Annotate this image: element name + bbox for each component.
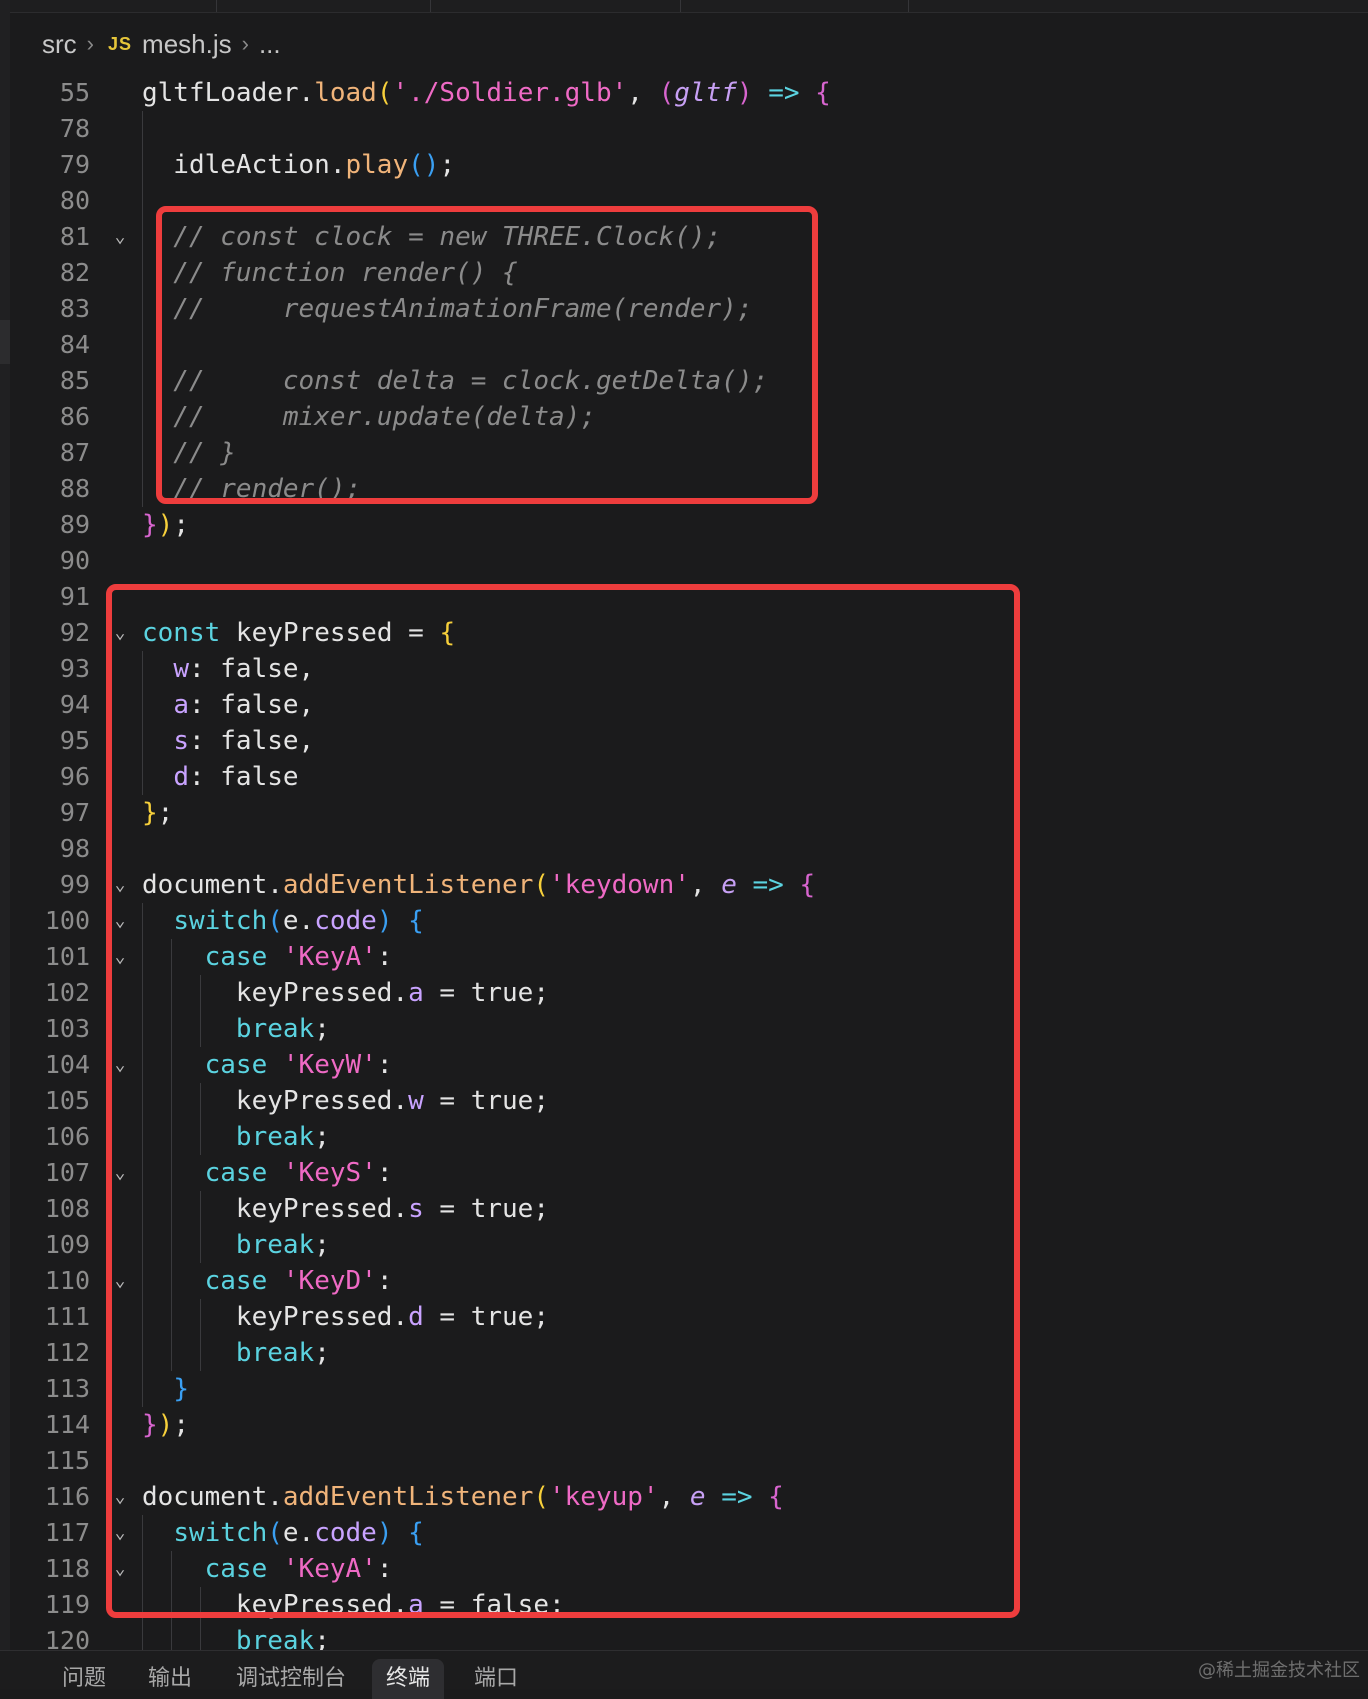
- js-file-icon: JS: [108, 33, 133, 54]
- line-number: 107: [44, 1158, 90, 1187]
- code-line[interactable]: 78: [0, 111, 1368, 147]
- code-token: play: [345, 150, 409, 180]
- code-text: idleAction.play();: [142, 147, 455, 183]
- line-number: 91: [59, 582, 90, 611]
- code-token: ;: [173, 510, 189, 540]
- line-number: 111: [44, 1302, 90, 1331]
- tab-divider: [216, 0, 217, 12]
- line-number: 79: [59, 150, 90, 179]
- line-number: 100: [44, 906, 90, 935]
- line-number: 109: [44, 1230, 90, 1259]
- panel-tab[interactable]: 问题: [48, 1659, 120, 1699]
- chevron-right-icon: ›: [86, 31, 94, 56]
- line-number: 106: [44, 1122, 90, 1151]
- line-number: 88: [59, 474, 90, 503]
- panel-tab[interactable]: 调试控制台: [222, 1659, 360, 1699]
- code-line[interactable]: 90: [0, 543, 1368, 579]
- line-number: 85: [59, 366, 90, 395]
- breadcrumb-symbol[interactable]: ...: [259, 29, 281, 60]
- watermark: @稀土掘金技术社区: [1198, 1660, 1360, 1681]
- tab-divider: [908, 0, 909, 12]
- line-number: 116: [44, 1482, 90, 1511]
- breadcrumb: src › JS mesh.js › ...: [42, 26, 281, 62]
- code-token: {: [815, 78, 831, 108]
- line-number: 101: [44, 942, 90, 971]
- line-number: 99: [59, 870, 90, 899]
- line-number: 86: [59, 402, 90, 431]
- code-token: (: [408, 150, 424, 180]
- indent-guide: [142, 327, 143, 363]
- line-number: 89: [59, 510, 90, 539]
- code-line[interactable]: 89});: [0, 507, 1368, 543]
- line-number: 97: [59, 798, 90, 827]
- code-token: ): [157, 510, 174, 540]
- tab-divider: [430, 0, 431, 12]
- line-number: 115: [44, 1446, 90, 1475]
- line-number: 93: [59, 654, 90, 683]
- line-number: 102: [44, 978, 90, 1007]
- code-token: =>: [768, 78, 800, 108]
- code-token: }: [142, 510, 158, 540]
- code-line[interactable]: 79 idleAction.play();: [0, 147, 1368, 183]
- code-token: gltf: [674, 78, 737, 108]
- tab-divider: [680, 0, 681, 12]
- panel-tab[interactable]: 端口: [460, 1659, 532, 1699]
- highlight-box-key-listeners: [106, 584, 1020, 1618]
- line-number: 96: [59, 762, 90, 791]
- breadcrumb-file[interactable]: mesh.js: [142, 29, 232, 60]
- indent-guide: [142, 183, 143, 219]
- line-number: 81: [59, 222, 90, 251]
- line-number: 55: [59, 78, 90, 107]
- breadcrumb-folder[interactable]: src: [42, 29, 77, 60]
- line-number: 118: [44, 1554, 90, 1583]
- code-token: (: [376, 78, 393, 108]
- code-text: gltfLoader.load('./Soldier.glb', (gltf) …: [142, 75, 831, 111]
- bottom-panel-tabs: 问题 输出 调试控制台 终端 端口: [0, 1650, 1368, 1699]
- line-number: 83: [59, 294, 90, 323]
- code-token: load: [314, 78, 377, 108]
- line-number: 82: [59, 258, 90, 287]
- chevron-right-icon: ›: [241, 31, 249, 56]
- line-number: 119: [44, 1590, 90, 1619]
- code-token: (: [658, 78, 675, 108]
- line-number: 87: [59, 438, 90, 467]
- line-number: 92: [59, 618, 90, 647]
- code-token: ;: [439, 150, 456, 180]
- code-token: ): [423, 150, 440, 180]
- code-text: });: [142, 507, 189, 543]
- line-number: 117: [44, 1518, 90, 1547]
- line-number: 95: [59, 726, 90, 755]
- line-number: 78: [59, 114, 90, 143]
- line-number: 103: [44, 1014, 90, 1043]
- line-number: 114: [44, 1410, 90, 1439]
- line-number: 108: [44, 1194, 90, 1223]
- line-number: 105: [44, 1086, 90, 1115]
- fold-chevron-icon[interactable]: ⌄: [108, 219, 132, 255]
- indent-guide: [142, 111, 143, 147]
- line-number: 112: [44, 1338, 90, 1367]
- line-number: 90: [59, 546, 90, 575]
- editor-tab-bar: [0, 0, 1368, 13]
- panel-tab[interactable]: 终端: [372, 1659, 445, 1699]
- code-token: idleAction.: [142, 150, 346, 180]
- panel-tab[interactable]: 输出: [134, 1659, 206, 1699]
- code-token: gltfLoader.: [142, 78, 315, 108]
- line-number: 84: [59, 330, 90, 359]
- line-number: 110: [44, 1266, 90, 1295]
- code-token: ,: [627, 78, 659, 108]
- line-number: 94: [59, 690, 90, 719]
- line-number: 113: [44, 1374, 90, 1403]
- line-number: 104: [44, 1050, 90, 1079]
- code-line[interactable]: 55 gltfLoader.load('./Soldier.glb', (gltf…: [0, 75, 1368, 111]
- line-number: 80: [59, 186, 90, 215]
- highlight-box-commented-render-loop: [156, 206, 818, 504]
- code-token: './Soldier.glb': [392, 78, 628, 108]
- code-token: ): [736, 78, 753, 108]
- line-number: 98: [59, 834, 90, 863]
